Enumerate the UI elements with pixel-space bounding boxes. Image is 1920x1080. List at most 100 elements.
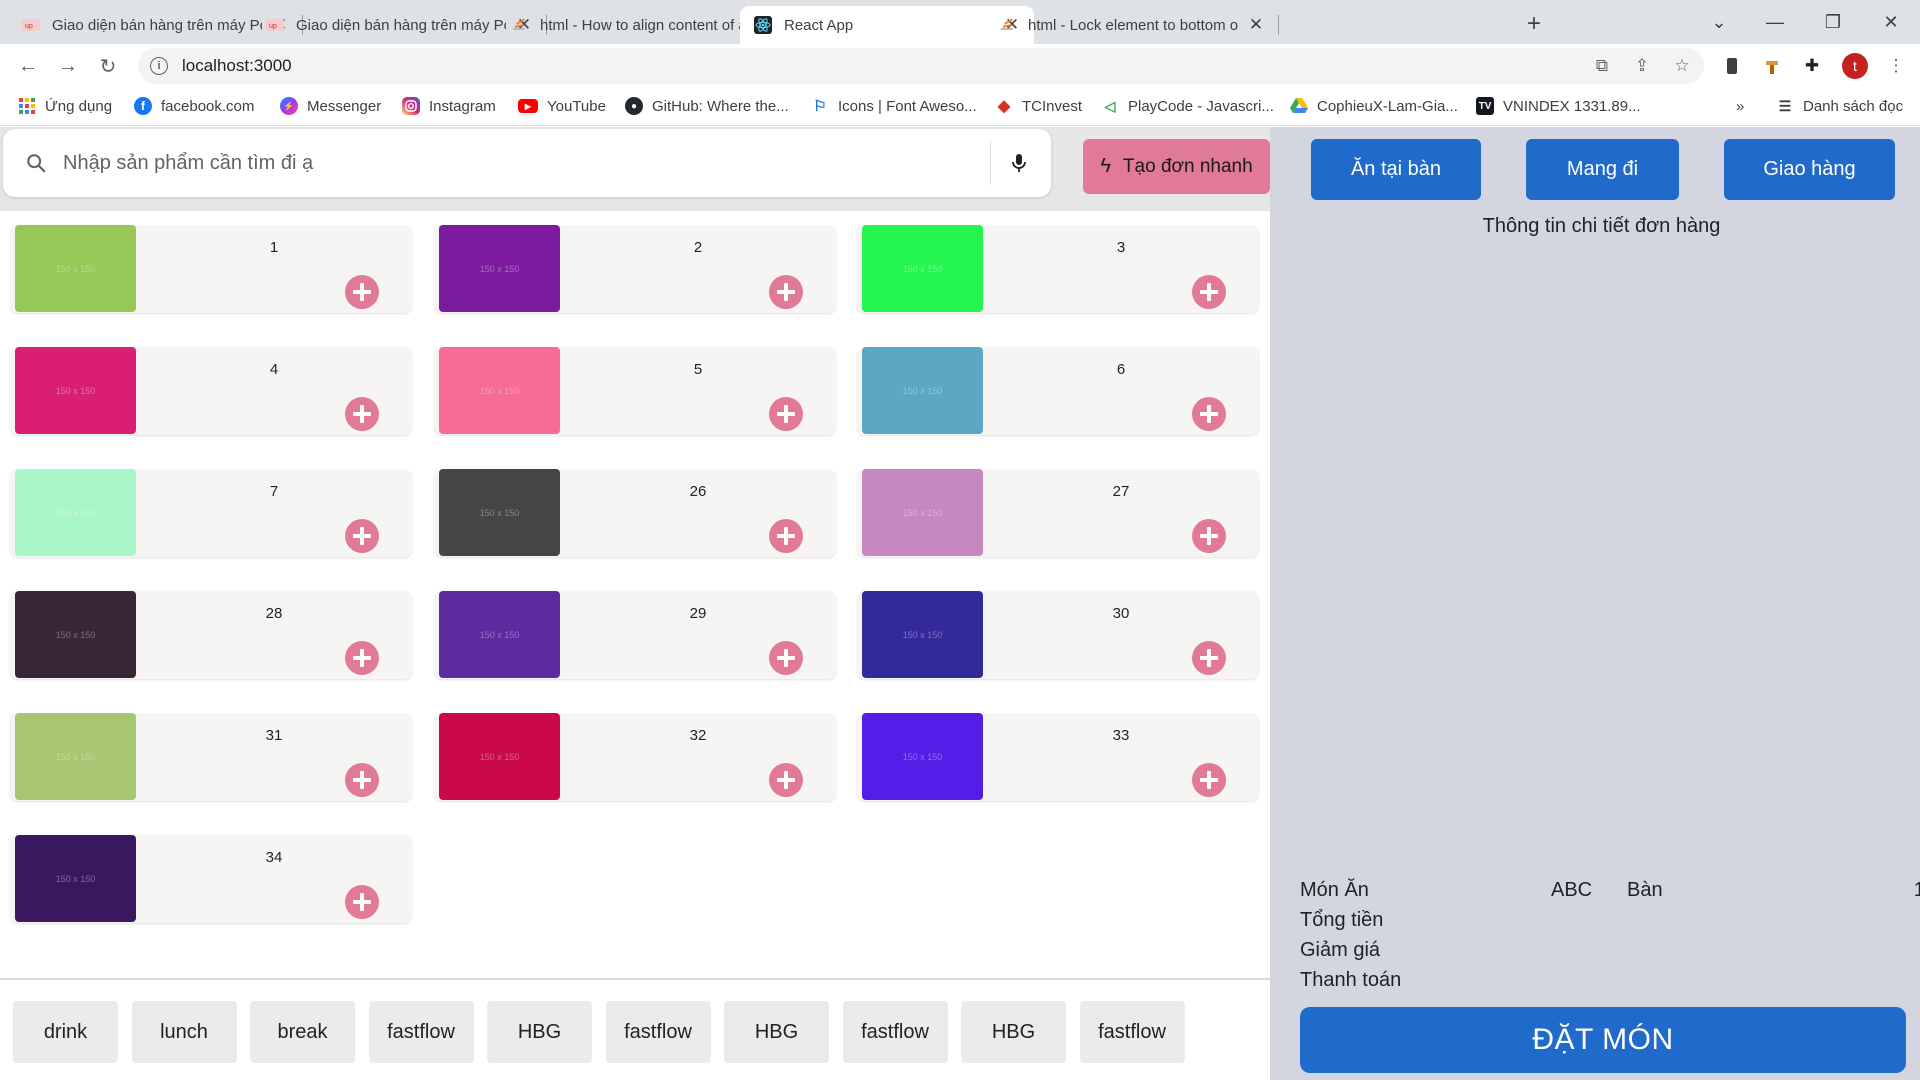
table-value: 10	[1913, 879, 1920, 901]
product-image: 150 x 150	[15, 225, 136, 312]
bookmark-item[interactable]: CophieuX-Lam-Gia...	[1290, 94, 1458, 118]
product-name: 1	[269, 239, 279, 256]
product-card[interactable]: 150 x 150 34	[10, 835, 412, 923]
category-button[interactable]: HBG	[961, 1001, 1066, 1063]
add-to-order-icon[interactable]	[769, 519, 803, 553]
bookmark-item[interactable]: Instagram	[402, 94, 496, 118]
add-to-order-icon[interactable]	[345, 275, 379, 309]
product-card[interactable]: 150 x 150 4	[10, 347, 412, 435]
forward-icon[interactable]: →	[54, 52, 82, 80]
minimize-icon[interactable]: —	[1760, 8, 1790, 36]
extension-icon[interactable]	[1720, 54, 1744, 78]
product-name: 26	[689, 483, 707, 500]
restore-icon[interactable]: ❐	[1818, 8, 1848, 36]
category-button[interactable]: lunch	[131, 1001, 237, 1063]
product-card[interactable]: 150 x 150 29	[434, 591, 836, 679]
product-card[interactable]: 150 x 150 32	[434, 713, 836, 801]
category-button[interactable]: HBG	[724, 1001, 829, 1063]
quick-order-button[interactable]: ϟ Tạo đơn nhanh	[1083, 139, 1270, 194]
category-button[interactable]: fastflow	[368, 1001, 474, 1063]
product-image: 150 x 150	[862, 713, 983, 800]
place-order-button[interactable]: ĐẶT MÓN	[1300, 1007, 1906, 1073]
translate-icon[interactable]: ⧉	[1590, 54, 1614, 78]
red-logo-icon: up	[266, 16, 284, 34]
close-window-icon[interactable]: ✕	[1876, 8, 1906, 36]
add-to-order-icon[interactable]	[769, 397, 803, 431]
browser-tab[interactable]: html - Lock element to bottom o ✕	[984, 6, 1279, 44]
address-bar[interactable]: i localhost:3000	[138, 48, 1704, 84]
product-name: 4	[269, 361, 279, 378]
share-icon[interactable]: ⇪	[1630, 54, 1654, 78]
product-search-box[interactable]: Nhập sản phẩm cần tìm đi ạ	[3, 129, 1051, 197]
add-to-order-icon[interactable]	[769, 763, 803, 797]
microphone-icon[interactable]	[1007, 151, 1031, 175]
bookmark-item[interactable]: ◁ PlayCode - Javascri...	[1101, 94, 1274, 118]
product-card[interactable]: 150 x 150 33	[857, 713, 1259, 801]
add-to-order-icon[interactable]	[769, 641, 803, 675]
add-to-order-icon[interactable]	[769, 275, 803, 309]
product-name: 30	[1112, 605, 1130, 622]
add-to-order-icon[interactable]	[345, 641, 379, 675]
product-image: 150 x 150	[862, 225, 983, 312]
reading-list-button[interactable]: ☰ Danh sách đọc	[1776, 94, 1903, 118]
product-card[interactable]: 150 x 150 31	[10, 713, 412, 801]
bookmark-item[interactable]: f facebook.com	[134, 94, 254, 118]
summary-row-dish: Món Ăn ABC Bàn 10	[1300, 879, 1920, 909]
add-to-order-icon[interactable]	[1192, 641, 1226, 675]
category-button[interactable]: break	[250, 1001, 355, 1063]
search-divider	[990, 141, 991, 185]
product-card[interactable]: 150 x 150 5	[434, 347, 836, 435]
category-button[interactable]: fastflow	[842, 1001, 948, 1063]
delivery-button[interactable]: Giao hàng	[1724, 139, 1895, 200]
site-info-icon[interactable]: i	[150, 57, 168, 75]
tab-search-chevron-icon[interactable]: ⌄	[1704, 8, 1734, 36]
add-to-order-icon[interactable]	[1192, 275, 1226, 309]
add-to-order-icon[interactable]	[345, 885, 379, 919]
bookmark-item[interactable]: ▶ YouTube	[518, 94, 606, 118]
bookmark-item[interactable]: Ứng dụng	[18, 94, 112, 118]
extension-icon[interactable]	[1760, 54, 1784, 78]
product-card[interactable]: 150 x 150 2	[434, 225, 836, 313]
new-tab-icon[interactable]: +	[1520, 10, 1548, 38]
category-button[interactable]: HBG	[487, 1001, 592, 1063]
bookmarks-overflow-chevron[interactable]: »	[1736, 94, 1744, 118]
close-tab-icon[interactable]: ✕	[1246, 15, 1266, 35]
dine-in-button[interactable]: Ăn tại bàn	[1311, 139, 1481, 200]
kebab-menu-icon[interactable]: ⋮	[1884, 54, 1908, 78]
product-card[interactable]: 150 x 150 27	[857, 469, 1259, 557]
back-icon[interactable]: ←	[14, 52, 42, 80]
product-card[interactable]: 150 x 150 1	[10, 225, 412, 313]
profile-avatar[interactable]: t	[1842, 53, 1868, 79]
add-to-order-icon[interactable]	[345, 397, 379, 431]
add-to-order-icon[interactable]	[1192, 397, 1226, 431]
product-card[interactable]: 150 x 150 30	[857, 591, 1259, 679]
category-button[interactable]: drink	[13, 1001, 118, 1063]
bookmark-label: Messenger	[307, 97, 382, 115]
bookmark-star-icon[interactable]: ☆	[1670, 54, 1694, 78]
bookmark-item[interactable]: ⚡ Messenger	[280, 94, 381, 118]
category-button[interactable]: fastflow	[1079, 1001, 1185, 1063]
add-to-order-icon[interactable]	[1192, 763, 1226, 797]
bookmark-item[interactable]: ● GitHub: Where the...	[625, 94, 789, 118]
tab-title: html - Lock element to bottom o	[1028, 16, 1238, 34]
search-input[interactable]: Nhập sản phẩm cần tìm đi ạ	[63, 152, 990, 175]
github-icon: ●	[625, 97, 643, 115]
product-card[interactable]: 150 x 150 7	[10, 469, 412, 557]
puzzle-extensions-icon[interactable]: ✚	[1800, 54, 1824, 78]
reload-icon[interactable]: ↻	[94, 52, 122, 80]
product-name: 3	[1116, 239, 1126, 256]
add-to-order-icon[interactable]	[1192, 519, 1226, 553]
product-card[interactable]: 150 x 150 3	[857, 225, 1259, 313]
takeaway-button[interactable]: Mang đi	[1526, 139, 1679, 200]
bookmark-item[interactable]: ◆ TCInvest	[995, 94, 1082, 118]
category-button[interactable]: fastflow	[605, 1001, 711, 1063]
add-to-order-icon[interactable]	[345, 763, 379, 797]
product-card[interactable]: 150 x 150 26	[434, 469, 836, 557]
bookmark-item[interactable]: ⚐ Icons | Font Aweso...	[811, 94, 976, 118]
product-card[interactable]: 150 x 150 6	[857, 347, 1259, 435]
add-to-order-icon[interactable]	[345, 519, 379, 553]
bookmarks-bar: Ứng dụng f facebook.com ⚡ Messenger Inst…	[0, 86, 1920, 126]
product-card[interactable]: 150 x 150 28	[10, 591, 412, 679]
product-name: 33	[1112, 727, 1130, 744]
bookmark-item[interactable]: TV VNINDEX 1331.89...	[1476, 94, 1641, 118]
